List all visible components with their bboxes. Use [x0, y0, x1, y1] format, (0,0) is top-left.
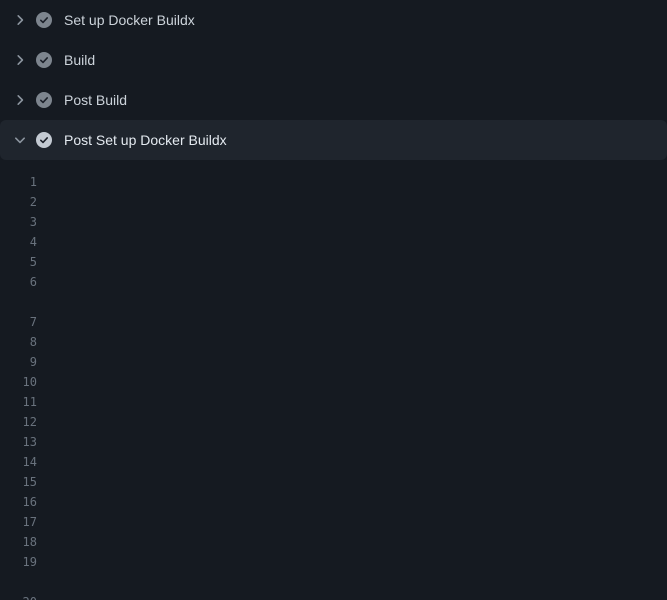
line-number[interactable]: 6: [0, 272, 37, 292]
log-line: 15time="2021-04-23T18:02:38Z" level=debu…: [0, 472, 667, 492]
workflow-log-viewer: Set up Docker Buildx Build: [0, 0, 667, 600]
step-title: Set up Docker Buildx: [64, 12, 195, 28]
step-row[interactable]: Build: [0, 40, 667, 80]
log-line[interactable]: 2▼ BuildKit container logs: [0, 192, 667, 212]
log-line: 4time="2021-04-23T18:02:37Z" level=info …: [0, 232, 667, 252]
log-line: 17time="2021-04-23T18:02:38Z" level=debu…: [0, 512, 667, 532]
step-title: Post Build: [64, 92, 127, 108]
line-number[interactable]: 17: [0, 512, 37, 532]
line-number[interactable]: 19: [0, 552, 37, 572]
log-line: 16time="2021-04-23T18:02:38Z" level=debu…: [0, 492, 667, 512]
line-number[interactable]: 5: [0, 252, 37, 272]
line-number[interactable]: 11: [0, 392, 37, 412]
log-line: 11time="2021-04-23T18:02:38Z" level=debu…: [0, 392, 667, 412]
line-number[interactable]: 15: [0, 472, 37, 492]
line-number[interactable]: 16: [0, 492, 37, 512]
log-line: 5time="2021-04-23T18:02:37Z" level=warni…: [0, 252, 667, 272]
line-number[interactable]: 9: [0, 352, 37, 372]
log-line: application/vnd.oci.image.index.v1+json,…: [0, 572, 667, 592]
check-circle-icon: [36, 132, 52, 148]
log-line: 3/usr/bin/docker logs buildx_buildkit_bu…: [0, 212, 667, 232]
log-line: 9time="2021-04-23T18:02:37Z" level=warni…: [0, 352, 667, 372]
step-title: Post Set up Docker Buildx: [64, 132, 227, 148]
line-number[interactable]: 10: [0, 372, 37, 392]
line-number[interactable]: 1: [0, 172, 37, 192]
line-number[interactable]: 18: [0, 532, 37, 552]
line-number[interactable]: 4: [0, 232, 37, 252]
line-number[interactable]: 3: [0, 212, 37, 232]
chevron-down-icon[interactable]: [12, 132, 28, 148]
log-line: 18time="2021-04-23T18:02:38Z" level=debu…: [0, 532, 667, 552]
step-list: Set up Docker Buildx Build: [0, 0, 667, 160]
log-line: 7time="2021-04-23T18:02:37Z" level=warni…: [0, 312, 667, 332]
log-line: 20time="2021-04-23T18:02:38Z" level=debu…: [0, 592, 667, 600]
log-line: 13time="2021-04-23T18:02:38Z" level=debu…: [0, 432, 667, 452]
check-circle-icon: [36, 12, 52, 28]
line-number[interactable]: 8: [0, 332, 37, 352]
log-lines: 1Post job cleanup. 2▼ BuildKit container…: [0, 160, 667, 600]
check-circle-icon: [36, 92, 52, 108]
chevron-right-icon[interactable]: [12, 12, 28, 28]
log-line: linux/riscv64 linux/ppc64le linux/s390x …: [0, 292, 667, 312]
chevron-right-icon[interactable]: [12, 92, 28, 108]
line-number[interactable]: 12: [0, 412, 37, 432]
line-number[interactable]: 13: [0, 432, 37, 452]
log-line: 10time="2021-04-23T18:02:37Z" level=info…: [0, 372, 667, 392]
step-row[interactable]: Post Set up Docker Buildx: [0, 120, 667, 160]
step-title: Build: [64, 52, 95, 68]
line-number[interactable]: 2: [0, 192, 37, 212]
log-line: 19time="2021-04-23T18:02:38Z" level=debu…: [0, 552, 667, 572]
log-line: 1Post job cleanup.: [0, 172, 667, 192]
log-line: 6time="2021-04-23T18:02:37Z" level=info …: [0, 272, 667, 292]
step-row[interactable]: Post Build: [0, 80, 667, 120]
step-row[interactable]: Set up Docker Buildx: [0, 0, 667, 40]
log-line: 14time="2021-04-23T18:02:38Z" level=debu…: [0, 452, 667, 472]
line-number[interactable]: 14: [0, 452, 37, 472]
line-number[interactable]: 7: [0, 312, 37, 332]
chevron-right-icon[interactable]: [12, 52, 28, 68]
log-line: 12time="2021-04-23T18:02:38Z" level=debu…: [0, 412, 667, 432]
log-line: 8time="2021-04-23T18:02:37Z" level=info …: [0, 332, 667, 352]
check-circle-icon: [36, 52, 52, 68]
line-number[interactable]: 20: [0, 592, 37, 600]
